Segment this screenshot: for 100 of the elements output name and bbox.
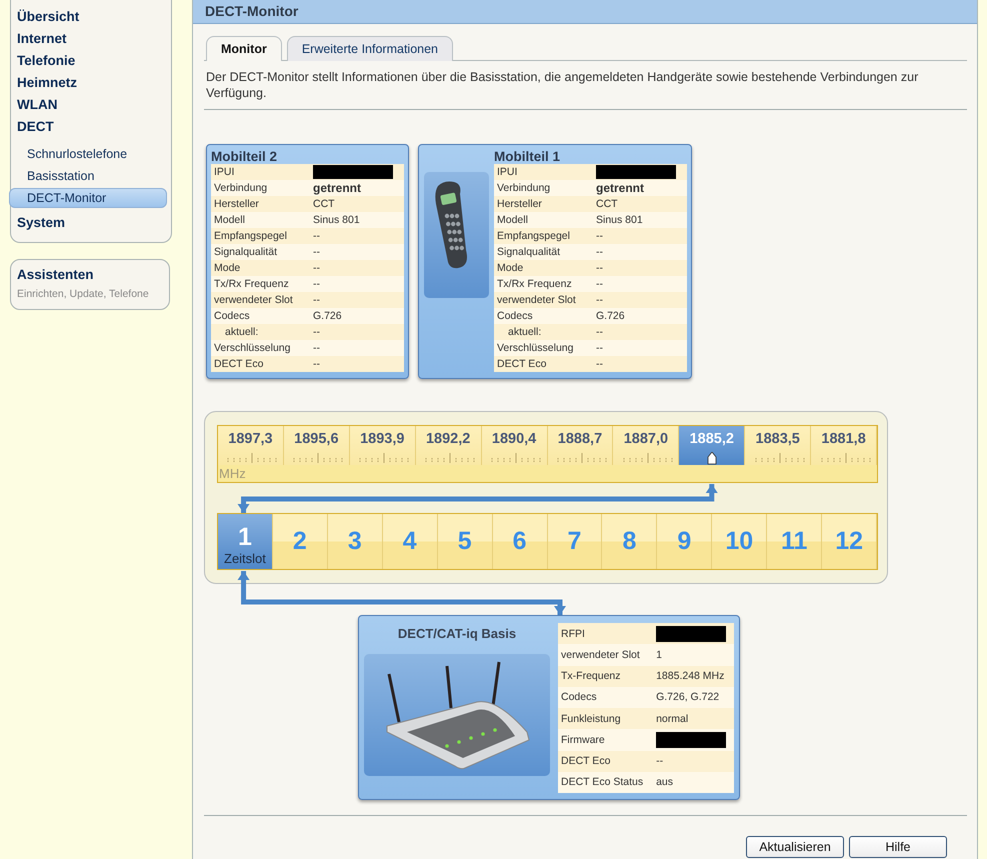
frequency-channel: 1895,6 <box>284 426 350 465</box>
field-label: Hersteller <box>497 198 542 210</box>
field-value: -- <box>596 246 603 258</box>
field-value: G.726, G.722 <box>656 691 720 704</box>
menu-item[interactable]: Übersicht <box>11 6 171 28</box>
field-label: Codecs <box>214 310 250 322</box>
assistants-subtitle: Einrichten, Update, Telefone <box>17 288 150 300</box>
field-value: -- <box>596 294 603 306</box>
field-value: 1 <box>656 648 662 661</box>
menu-item[interactable]: Telefonie <box>11 50 171 72</box>
field-label: Empfangspegel <box>214 230 287 242</box>
field-value: -- <box>596 278 603 290</box>
tab[interactable]: Monitor <box>206 36 282 61</box>
field-value: Sinus 801 <box>596 214 643 226</box>
pointer-icon <box>706 452 717 465</box>
menu-item[interactable]: System <box>11 212 171 234</box>
field-label: Hersteller <box>214 198 259 210</box>
field-value: CCT <box>596 198 618 210</box>
field-label: aktuell: <box>225 326 258 338</box>
field-label: verwendeter Slot <box>214 294 293 306</box>
field-label: Verschlüsselung <box>497 342 574 354</box>
field-label: verwendeter Slot <box>497 294 576 306</box>
field-label: Codecs <box>497 310 533 322</box>
field-label: Tx-Frequenz <box>561 670 621 682</box>
field-label: Signalqualität <box>497 246 560 258</box>
frequency-channel: 1892,2 <box>416 426 482 465</box>
menu-item[interactable]: WLAN <box>11 94 171 116</box>
field-value: -- <box>596 358 603 370</box>
submenu-item[interactable]: Schnurlostelefone <box>9 144 167 164</box>
timeslot: 2 <box>272 514 328 569</box>
timeslot: 1 Zeitslot <box>218 514 273 569</box>
field-label: IPUI <box>214 166 234 178</box>
field-value: -- <box>313 326 320 338</box>
field-value: CCT <box>313 198 335 210</box>
timeslot: 9 <box>657 514 712 569</box>
field-label: Verbindung <box>214 182 268 194</box>
redacted-block <box>656 626 726 642</box>
unit-label: MHz <box>218 465 246 483</box>
menu-item[interactable]: DECT <box>11 116 171 138</box>
frequency-channel: 1890,4 <box>482 426 548 465</box>
field-label: verwendeter Slot <box>561 648 640 661</box>
field-label: Empfangspegel <box>497 230 570 242</box>
frequency-channel: 1893,9 <box>350 426 416 465</box>
field-label: Codecs <box>561 691 597 704</box>
assistants-panel[interactable]: Assistenten Einrichten, Update, Telefone <box>10 259 170 310</box>
field-label: Signalqualität <box>214 246 278 258</box>
field-label: Firmware <box>561 734 605 746</box>
field-value: G.726 <box>596 310 625 322</box>
field-label: Modell <box>497 214 528 226</box>
menu-item[interactable]: Internet <box>11 28 171 50</box>
field-label: Modell <box>214 214 245 226</box>
frequency-channel: 1885,2 <box>679 426 746 465</box>
unit-label: Zeitslot <box>224 552 266 566</box>
timeslot: 5 <box>438 514 493 569</box>
tab[interactable]: Erweiterte Informationen <box>286 36 454 61</box>
field-value: 1885.248 MHz <box>656 670 724 682</box>
timeslot: 7 <box>548 514 602 569</box>
field-value: -- <box>313 246 320 258</box>
field-value: G.726 <box>313 310 342 322</box>
field-value: -- <box>596 262 603 274</box>
timeslot: 11 <box>767 514 822 569</box>
menu-item[interactable]: Heimnetz <box>11 72 171 94</box>
field-value: Sinus 801 <box>313 214 360 226</box>
field-value: -- <box>313 294 320 306</box>
timeslot: 6 <box>492 514 548 569</box>
timeslot: 4 <box>382 514 438 569</box>
field-value: -- <box>313 278 320 290</box>
base-station-title: DECT/CAT-iq Basis <box>398 626 516 641</box>
field-value: -- <box>313 342 320 354</box>
frequency-channel: 1888,7 <box>548 426 614 465</box>
description-text: Der DECT-Monitor stellt Informationen über die Basisstation, die angemeldeten Handgeräte sowie bestehende Verbindungen zur Verfügung. <box>204 61 967 110</box>
submenu-item[interactable]: DECT-Monitor <box>9 188 167 208</box>
field-label: Tx/Rx Frequenz <box>214 278 289 290</box>
field-label: Verschlüsselung <box>214 342 290 354</box>
field-label: DECT Eco <box>497 358 546 370</box>
field-value: -- <box>596 342 603 354</box>
frequency-channel: 1887,0 <box>613 426 680 465</box>
field-value: -- <box>596 230 603 242</box>
field-value: -- <box>313 262 320 274</box>
field-value: normal <box>656 712 688 725</box>
frequency-channel: 1897,3 <box>218 426 284 465</box>
field-value: getrennt <box>313 181 361 195</box>
field-label: Tx/Rx Frequenz <box>497 278 572 290</box>
field-label: aktuell: <box>508 326 542 338</box>
timeslot: 10 <box>712 514 768 569</box>
handset-title: Mobilteil 2 <box>211 149 278 164</box>
field-label: Funkleistung <box>561 712 621 725</box>
action-button[interactable]: Hilfe <box>849 836 947 858</box>
field-label: Mode <box>497 262 524 274</box>
action-button[interactable]: Aktualisieren <box>746 836 844 858</box>
field-label: DECT Eco <box>214 358 264 370</box>
submenu-item[interactable]: Basisstation <box>9 166 167 186</box>
field-value: aus <box>656 776 674 788</box>
frequency-channel: 1883,5 <box>745 426 812 465</box>
field-label: RFPI <box>561 628 585 640</box>
field-label: Mode <box>214 262 240 274</box>
field-value: -- <box>596 326 603 338</box>
timeslot: 12 <box>822 514 878 569</box>
field-value: -- <box>313 358 320 370</box>
field-label: DECT Eco <box>561 755 610 768</box>
